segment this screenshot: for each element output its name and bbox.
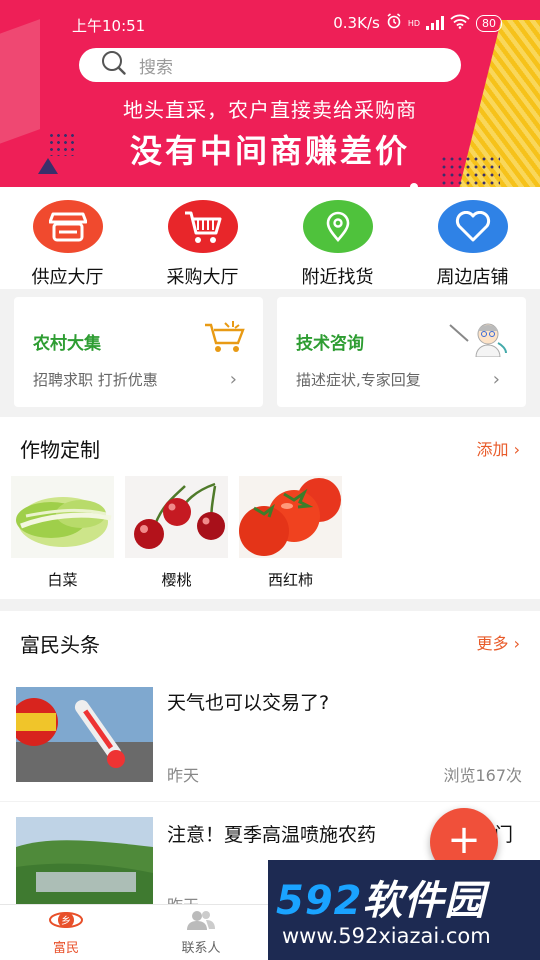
news-thumbnail: [16, 687, 153, 782]
crop-label: 樱桃: [161, 571, 192, 589]
promo-banner[interactable]: 上午10:51 0.3K/s HD 80 搜索 地头直采，农户直接卖给采购商 没…: [0, 0, 540, 187]
card-tech-consult[interactable]: 技术咨询 描述症状,专家回复 ›: [277, 297, 526, 407]
cart-icon: [167, 200, 238, 253]
news-title: 注意！夏季高温喷施农药: [167, 824, 377, 846]
battery-icon: 80: [476, 14, 502, 32]
chevron-right-icon: ›: [492, 369, 500, 390]
location-icon: [302, 200, 373, 253]
nav-nearby-shops[interactable]: 周边店铺: [405, 187, 540, 289]
crop-item[interactable]: 樱桃: [125, 476, 228, 590]
watermark-url: www.592xiazai.com: [282, 924, 491, 948]
tomato-image: [239, 476, 342, 558]
banner-headline: 没有中间商赚差价: [129, 132, 410, 170]
nav-label: 附近找货: [301, 267, 374, 288]
card-subtitle: 招聘求职 打折优惠: [33, 371, 158, 389]
banner-slogan: 地头直采，农户直接卖给采购商: [123, 98, 417, 122]
home-logo-icon: 乡: [26, 909, 106, 935]
status-time: 上午10:51: [72, 17, 146, 35]
nav-supply-hall[interactable]: 供应大厅: [0, 187, 135, 289]
crop-item[interactable]: 白菜: [11, 476, 114, 590]
card-rural-market[interactable]: 农村大集 招聘求职 打折优惠 ›: [14, 297, 263, 407]
news-section-header: 富民头条 更多 ›: [0, 611, 540, 671]
crop-item[interactable]: 西红柿: [239, 476, 342, 590]
section-title: 富民头条: [20, 633, 100, 657]
news-date: 昨天: [167, 892, 199, 904]
section-title: 作物定制: [20, 438, 100, 462]
shop-icon: [32, 200, 103, 253]
watermark-number: 592: [276, 878, 363, 924]
search-input[interactable]: 搜索: [79, 48, 461, 82]
search-placeholder: 搜索: [139, 57, 173, 78]
card-title: 农村大集: [33, 334, 101, 354]
chevron-right-icon: ›: [229, 369, 237, 390]
cabbage-image: [11, 476, 114, 558]
heart-icon: [437, 200, 508, 253]
news-thumbnail: [16, 817, 153, 904]
network-speed: 0.3K/s: [333, 14, 380, 32]
news-date: 昨天: [167, 766, 200, 785]
signal-icon: [426, 16, 444, 30]
nav-nearby-goods[interactable]: 附近找货: [270, 187, 405, 289]
nav-label: 周边店铺: [436, 267, 509, 288]
feature-cards: 农村大集 招聘求职 打折优惠 › 技术咨询 描述症状,专家回复 ›: [0, 289, 540, 417]
watermark-brand: 软件园: [362, 878, 486, 924]
crop-custom-section: 作物定制 添加 › 白菜 樱桃 西红柿: [0, 417, 540, 599]
status-bar: 上午10:51 0.3K/s HD 80: [0, 0, 540, 46]
more-news-link[interactable]: 更多 ›: [477, 630, 521, 654]
card-subtitle: 描述症状,专家回复: [296, 371, 421, 389]
doctor-icon: [448, 319, 510, 361]
search-icon: [101, 50, 139, 81]
contacts-icon: [161, 909, 241, 935]
crop-label: 西红柿: [267, 571, 313, 589]
nav-label: 采购大厅: [166, 267, 239, 288]
alarm-icon: [386, 13, 402, 33]
wifi-icon: [450, 14, 470, 33]
quick-nav: 供应大厅 采购大厅 附近找货 周边店铺: [0, 187, 540, 289]
tab-label: 富民: [52, 941, 79, 956]
news-title: 天气也可以交易了?: [167, 692, 330, 714]
hd-badge: HD: [407, 18, 420, 28]
cherry-image: [125, 476, 228, 558]
tab-label: 联系人: [181, 941, 221, 956]
site-watermark: 592软件园 www.592xiazai.com: [268, 860, 540, 960]
cart-basket-icon: [203, 319, 247, 359]
nav-label: 供应大厅: [31, 267, 104, 288]
svg-text:乡: 乡: [61, 915, 71, 927]
card-title: 技术咨询: [296, 334, 364, 354]
news-views: 浏览167次: [443, 766, 522, 785]
crop-label: 白菜: [47, 571, 78, 589]
news-item[interactable]: 天气也可以交易了? 昨天 浏览167次: [0, 671, 540, 801]
tab-contacts[interactable]: 联系人: [161, 909, 241, 956]
add-crop-link[interactable]: 添加 ›: [477, 436, 521, 460]
tab-home[interactable]: 乡 富民: [26, 909, 106, 956]
nav-purchase-hall[interactable]: 采购大厅: [135, 187, 270, 289]
